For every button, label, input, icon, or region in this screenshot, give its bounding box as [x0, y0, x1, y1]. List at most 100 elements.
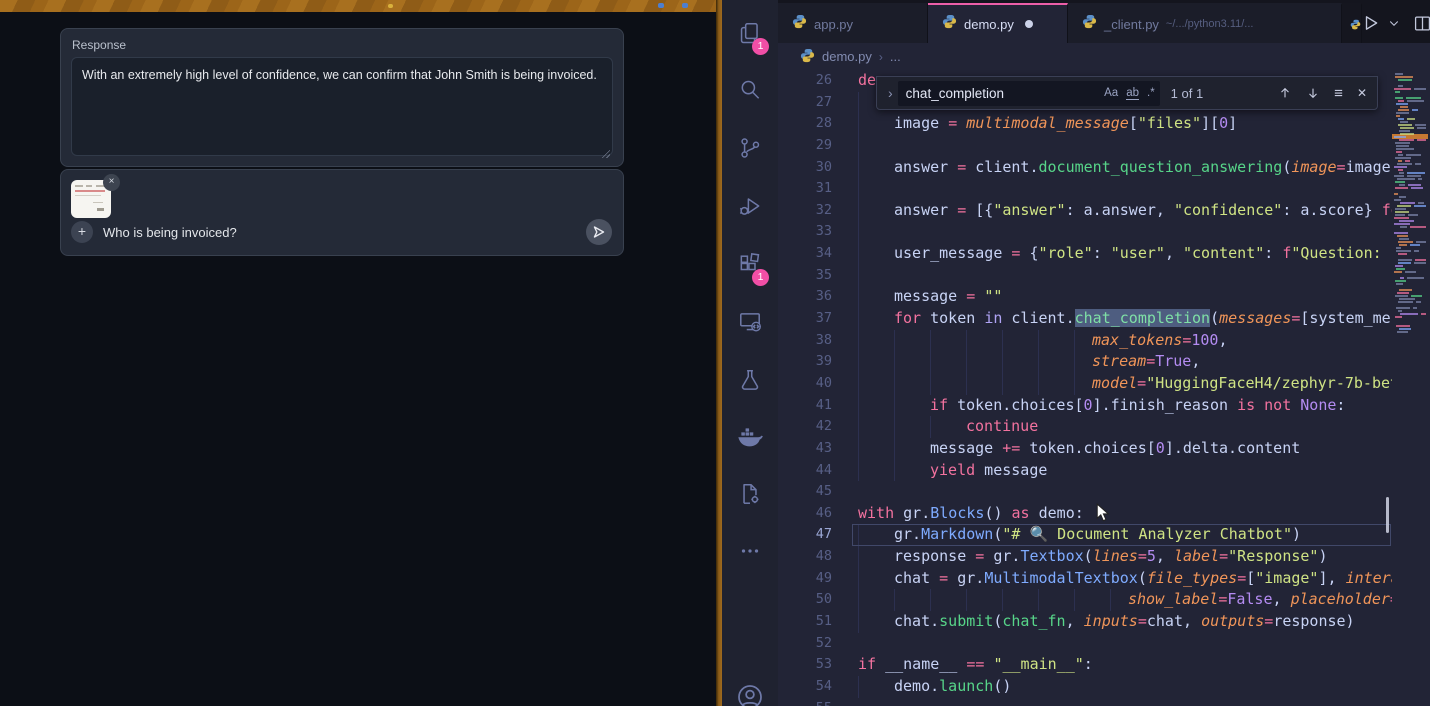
activity-explorer-icon[interactable]: 1	[722, 9, 778, 57]
find-widget: › Aa ab .* 1 of 1 ≡ ✕	[876, 76, 1378, 110]
desktop: Response With an extremely high level of…	[0, 0, 1430, 706]
line-number[interactable]: 27	[778, 92, 832, 114]
toggle-replace-chevron-icon[interactable]: ›	[883, 85, 898, 101]
line-number[interactable]: 51	[778, 611, 832, 633]
line-number[interactable]: 48	[778, 546, 832, 568]
tab-_client.py[interactable]: _client.py~/.../python3.11/...	[1068, 3, 1342, 43]
remove-attachment-button[interactable]: ×	[103, 174, 120, 191]
run-options-chevron-icon[interactable]	[1388, 17, 1400, 29]
line-number[interactable]: 35	[778, 265, 832, 287]
line-number[interactable]: 44	[778, 460, 832, 482]
line-number[interactable]: 54	[778, 676, 832, 698]
line-number[interactable]: 47	[778, 524, 832, 546]
line-number[interactable]: 40	[778, 373, 832, 395]
code-line: 30answer = client.document_question_answ…	[778, 157, 1392, 179]
tab-overflow-stub[interactable]	[1342, 3, 1362, 43]
python-file-icon	[792, 14, 807, 34]
wallpaper-speck	[658, 3, 664, 8]
previous-match-icon[interactable]	[1278, 86, 1292, 100]
python-file-icon	[1082, 14, 1097, 34]
minimap[interactable]	[1392, 70, 1428, 706]
response-textarea[interactable]: With an extremely high level of confiden…	[71, 57, 613, 156]
line-number[interactable]: 31	[778, 178, 832, 200]
line-number[interactable]: 32	[778, 200, 832, 222]
vscode-window: 11 app.py demo.py _client.py~/.../python…	[722, 0, 1430, 706]
code-line: 37for token in client.chat_completion(me…	[778, 308, 1392, 330]
code-line: 32answer = [{"answer": a.answer, "confid…	[778, 200, 1392, 222]
chat-input-card: × + Who is being invoiced?	[60, 169, 624, 256]
line-number[interactable]: 42	[778, 416, 832, 438]
run-python-file-icon[interactable]	[1362, 14, 1380, 32]
chat-message-input[interactable]: Who is being invoiced?	[103, 225, 237, 240]
code-line: 39stream=True,	[778, 351, 1392, 373]
vscode-main: app.py demo.py _client.py~/.../python3.1…	[778, 0, 1430, 706]
activity-accounts-icon[interactable]	[722, 673, 778, 706]
scrollbar-slider[interactable]	[1386, 497, 1389, 533]
line-number[interactable]: 34	[778, 243, 832, 265]
line-number[interactable]: 26	[778, 70, 832, 92]
breadcrumb-separator: ›	[879, 50, 883, 64]
activity-remote-explorer-icon[interactable]	[722, 298, 778, 346]
next-match-icon[interactable]	[1306, 86, 1320, 100]
activity-source-control-icon[interactable]	[722, 124, 778, 172]
line-number[interactable]: 45	[778, 481, 832, 503]
whole-word-toggle[interactable]: ab	[1126, 87, 1139, 100]
code-line: 50show_label=False, placeholder=	[778, 589, 1392, 611]
code-line: 34user_message = {"role": "user", "conte…	[778, 243, 1392, 265]
line-number[interactable]: 55	[778, 698, 832, 706]
activity-docker-icon[interactable]	[722, 413, 778, 461]
line-number[interactable]: 50	[778, 589, 832, 611]
line-number[interactable]: 53	[778, 654, 832, 676]
code-line: 48response = gr.Textbox(lines=5, label="…	[778, 546, 1392, 568]
response-label: Response	[72, 38, 126, 52]
activity-testing-icon[interactable]	[722, 356, 778, 404]
line-number[interactable]: 33	[778, 221, 832, 243]
line-number[interactable]: 49	[778, 568, 832, 590]
modified-dot	[1025, 20, 1033, 28]
line-number[interactable]: 43	[778, 438, 832, 460]
add-file-button[interactable]: +	[71, 221, 93, 243]
regex-toggle[interactable]: .*	[1147, 87, 1155, 99]
code-line: 29	[778, 135, 1392, 157]
line-number[interactable]: 36	[778, 286, 832, 308]
wallpaper-speck	[388, 4, 393, 8]
line-number[interactable]: 37	[778, 308, 832, 330]
activity-badge: 1	[752, 38, 769, 55]
breadcrumb-file[interactable]: demo.py	[822, 49, 872, 64]
code-line: 49chat = gr.MultimodalTextbox(file_types…	[778, 568, 1392, 590]
activity-cmake-tools-icon[interactable]	[722, 470, 778, 518]
match-case-toggle[interactable]: Aa	[1104, 87, 1118, 99]
split-editor-icon[interactable]	[1414, 15, 1430, 32]
code-line: 52	[778, 633, 1392, 655]
activity-extensions-icon[interactable]: 1	[722, 240, 778, 288]
tab-demo.py[interactable]: demo.py	[928, 3, 1068, 43]
line-number[interactable]: 46	[778, 503, 832, 525]
code-line: 43message += token.choices[0].delta.cont…	[778, 438, 1392, 460]
close-find-icon[interactable]: ✕	[1357, 86, 1367, 100]
tab-app.py[interactable]: app.py	[778, 3, 928, 43]
code-line: 40model="HuggingFaceH4/zephyr-7b-beta	[778, 373, 1392, 395]
code-editor[interactable]: 26de2728image = multimodal_message["file…	[778, 70, 1430, 706]
line-number[interactable]: 29	[778, 135, 832, 157]
wallpaper-speck	[682, 3, 688, 8]
find-in-selection-icon[interactable]: ≡	[1334, 85, 1343, 102]
line-number[interactable]: 38	[778, 330, 832, 352]
activity-more-views-icon[interactable]	[722, 527, 778, 575]
code-line: 44yield message	[778, 460, 1392, 482]
activity-run-debug-icon[interactable]	[722, 182, 778, 230]
line-number[interactable]: 52	[778, 633, 832, 655]
line-number[interactable]: 28	[778, 113, 832, 135]
breadcrumb-more[interactable]: ...	[890, 49, 901, 64]
line-number[interactable]: 30	[778, 157, 832, 179]
activity-bar: 11	[722, 0, 778, 706]
code-line: 35	[778, 265, 1392, 287]
send-button[interactable]	[586, 219, 612, 245]
response-card: Response With an extremely high level of…	[60, 28, 624, 167]
code-line: 53if __name__ == "__main__":	[778, 654, 1392, 676]
activity-search-icon[interactable]	[722, 66, 778, 114]
line-number[interactable]: 39	[778, 351, 832, 373]
line-number[interactable]: 41	[778, 395, 832, 417]
gradio-app-window: Response With an extremely high level of…	[0, 12, 716, 706]
activity-badge: 1	[752, 269, 769, 286]
breadcrumb: demo.py › ...	[778, 43, 1430, 70]
